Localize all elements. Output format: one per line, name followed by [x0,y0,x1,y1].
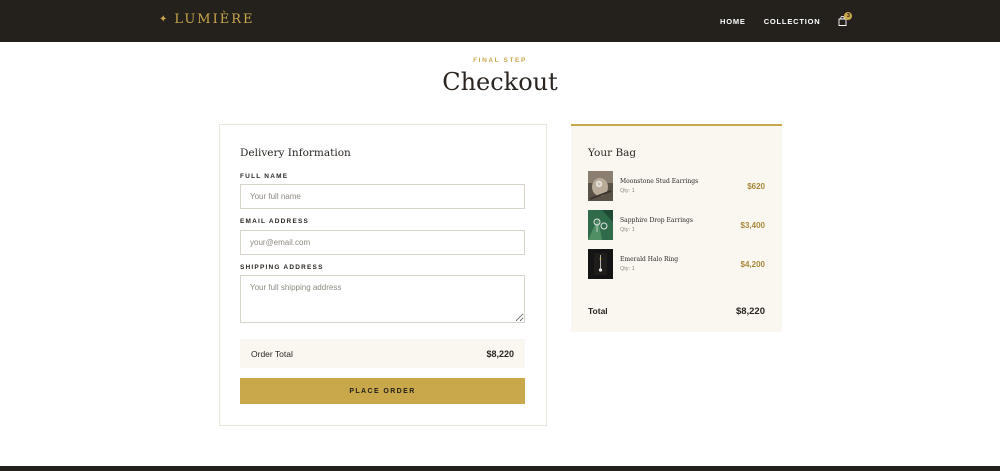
bag-item-price: $620 [747,182,765,191]
bag-item-name: Emerald Halo Ring [620,256,679,263]
place-order-button[interactable]: PLACE ORDER [240,378,525,404]
shipping-address-textarea[interactable] [240,275,525,323]
email-input[interactable] [240,230,525,255]
bag-item-name: Moonstone Stud Earrings [620,178,699,185]
delivery-form-card: Delivery Information FULL NAME EMAIL ADD… [219,124,547,426]
top-navbar: ✦ LUMIÈRE HOME COLLECTION 3 [0,0,1000,42]
cart-button[interactable]: 3 [838,12,853,27]
cart-count-badge: 3 [844,12,853,20]
sparkle-icon: ✦ [159,13,168,25]
bag-total-value: $8,220 [735,306,765,317]
full-name-label: FULL NAME [240,173,289,180]
bag-item: Sapphire Drop Earrings Qty: 1 $3,400 [588,210,765,240]
brand-logo-link[interactable]: ✦ LUMIÈRE [159,12,254,27]
bag-item-qty: Qty: 1 [620,227,635,233]
bag-item-qty: Qty: 1 [620,188,635,194]
bag-item-price: $3,400 [740,221,765,230]
bag-item-price: $4,200 [740,260,765,269]
footer-strip [0,466,1000,471]
bag-total-label: Total [588,306,608,316]
nav-link-collection[interactable]: COLLECTION [764,17,821,26]
product-thumbnail-emerald [588,249,613,279]
main-nav: HOME COLLECTION 3 [720,12,853,27]
shipping-address-label: SHIPPING ADDRESS [240,264,324,271]
page-title: Checkout [442,68,558,96]
bag-heading: Your Bag [588,147,637,159]
bag-summary-card: Your Bag Moonstone Stud Earrings Qty: 1 … [571,124,782,332]
bag-item-name: Sapphire Drop Earrings [620,217,693,224]
full-name-input[interactable] [240,184,525,209]
bag-item: Emerald Halo Ring Qty: 1 $4,200 [588,249,765,279]
order-total-row: Order Total $8,220 [240,339,525,368]
email-label: EMAIL ADDRESS [240,218,310,225]
order-total-label: Order Total [251,348,293,359]
order-total-value: $8,220 [486,348,514,359]
nav-link-home[interactable]: HOME [720,17,746,26]
delivery-heading: Delivery Information [240,147,351,159]
product-thumbnail-moonstone [588,171,613,201]
bag-item: Moonstone Stud Earrings Qty: 1 $620 [588,171,765,201]
bag-item-qty: Qty: 1 [620,266,635,272]
brand-name: LUMIÈRE [174,12,255,27]
page-eyebrow: FINAL STEP [473,57,527,64]
product-thumbnail-sapphire [588,210,613,240]
